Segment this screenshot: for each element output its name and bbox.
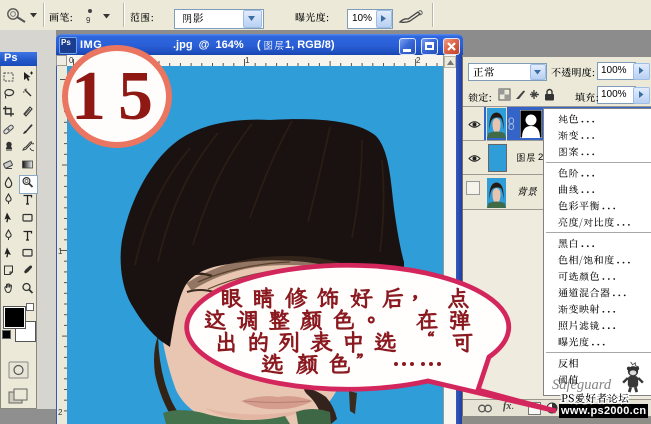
svg-text:1: 1	[58, 247, 63, 256]
svg-text:1: 1	[245, 56, 250, 65]
svg-text:2: 2	[416, 56, 421, 65]
svg-text:2: 2	[58, 408, 63, 417]
